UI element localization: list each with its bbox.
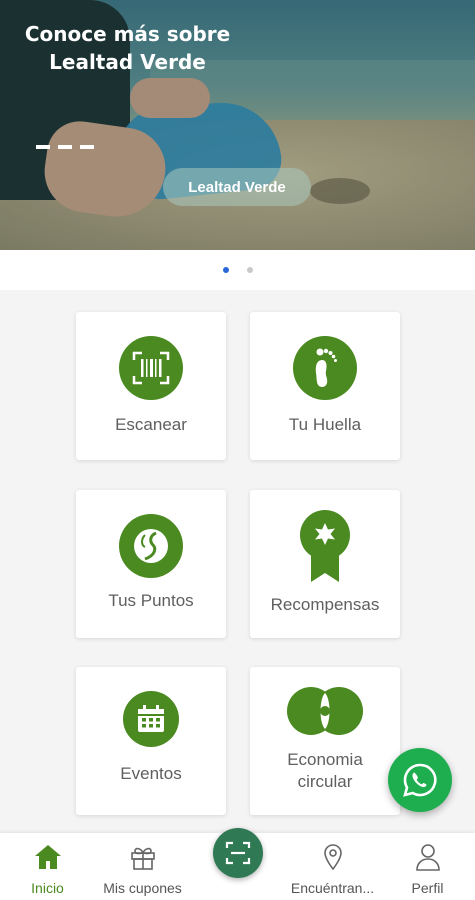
- tile-label: Economia: [287, 750, 363, 769]
- barcode-scan-icon: [119, 336, 183, 400]
- tile-recompensas[interactable]: Recompensas: [250, 490, 400, 638]
- tile-tus-puntos[interactable]: Tus Puntos: [76, 490, 226, 638]
- nav-item-perfil[interactable]: Perfil: [380, 843, 475, 896]
- nav-label: Mis cupones: [103, 880, 182, 896]
- tile-label: Eventos: [120, 764, 182, 783]
- gift-icon: [130, 847, 155, 870]
- carousel-dot[interactable]: [246, 267, 253, 273]
- tile-eventos[interactable]: Eventos: [76, 667, 226, 815]
- tile-economia-circular[interactable]: Economia circular: [250, 667, 400, 815]
- tile-label: Tus Puntos: [108, 591, 194, 610]
- carousel-dot-active[interactable]: [222, 267, 229, 273]
- award-ribbon-icon: [299, 510, 351, 584]
- nav-label: Inicio: [31, 880, 64, 896]
- banner-dashes: [36, 145, 94, 149]
- banner-title-line: Conoce más sobre: [24, 22, 231, 46]
- nav-item-inicio[interactable]: Inicio: [0, 843, 95, 896]
- tile-label: circular: [297, 772, 353, 791]
- circular-economy-icon: [285, 685, 365, 737]
- tile-label: Escanear: [115, 415, 187, 434]
- nav-label: Encuéntran...: [290, 880, 375, 896]
- location-pin-icon: [323, 844, 342, 871]
- whatsapp-button[interactable]: [388, 748, 452, 812]
- footprint-icon: [293, 336, 357, 400]
- tile-label: Recompensas: [270, 595, 380, 614]
- points-icon: [119, 514, 183, 578]
- tile-escanear[interactable]: Escanear: [76, 312, 226, 460]
- home-icon: [34, 845, 61, 869]
- scan-icon: [225, 841, 251, 865]
- hero-banner[interactable]: Conoce más sobre Lealtad Verde Lealtad V…: [0, 0, 475, 250]
- nav-label: Perfil: [411, 880, 444, 896]
- carousel-indicator: [0, 250, 475, 290]
- scan-button[interactable]: [213, 828, 263, 878]
- tile-tu-huella[interactable]: Tu Huella: [250, 312, 400, 460]
- tile-label: Tu Huella: [288, 415, 362, 434]
- banner-title: Conoce más sobre Lealtad Verde: [0, 20, 255, 76]
- banner-cta-button[interactable]: Lealtad Verde: [163, 168, 311, 206]
- whatsapp-icon: [403, 763, 437, 797]
- nav-item-mis-cupones[interactable]: Mis cupones: [95, 843, 190, 896]
- calendar-icon: [123, 691, 179, 747]
- user-icon: [415, 844, 440, 871]
- nav-item-encuentranos[interactable]: Encuéntran...: [285, 843, 380, 896]
- banner-title-line: Lealtad Verde: [49, 50, 206, 74]
